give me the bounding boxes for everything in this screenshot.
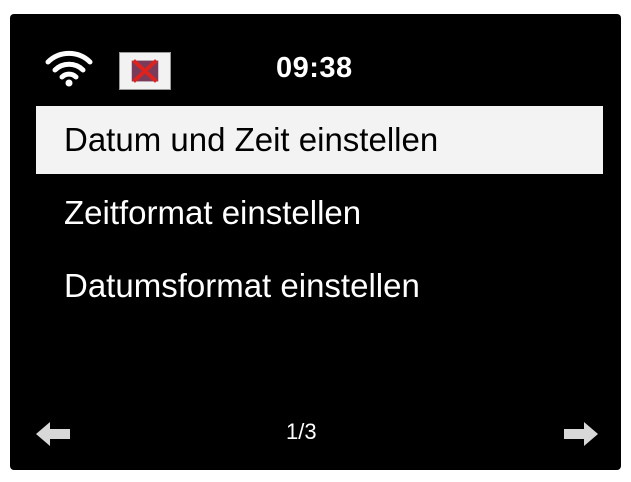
menu-item-datumsformat[interactable]: Datumsformat einstellen — [36, 252, 603, 320]
menu-item-datum-und-zeit[interactable]: Datum und Zeit einstellen — [36, 106, 603, 174]
menu-item-zeitformat[interactable]: Zeitformat einstellen — [36, 179, 603, 247]
arrow-left-icon[interactable] — [34, 419, 74, 449]
page-indicator: 1/3 — [286, 419, 317, 444]
wifi-icon — [45, 50, 93, 87]
arrow-right-icon[interactable] — [560, 419, 600, 449]
display-screen: 09:38 Datum und Zeit einstellen Zeitform… — [10, 14, 621, 470]
clock-time: 09:38 — [276, 52, 353, 84]
status-bar: 09:38 — [10, 14, 621, 102]
speaker-muted-icon — [119, 52, 171, 90]
